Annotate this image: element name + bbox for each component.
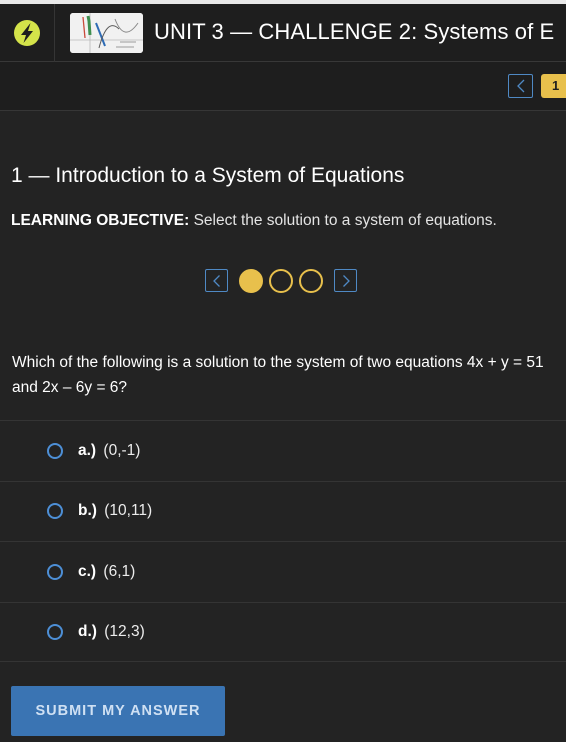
option-letter: b.) [78, 502, 97, 520]
learning-objective: LEARNING OBJECTIVE: Select the solution … [11, 212, 497, 230]
submit-answer-button[interactable]: SUBMIT MY ANSWER [11, 686, 225, 736]
option-value: (6,1) [103, 562, 136, 580]
carousel-dot-active[interactable] [239, 269, 263, 293]
radio-button[interactable] [47, 503, 63, 520]
chevron-left-icon [516, 79, 524, 93]
current-page-badge[interactable]: 1 [541, 74, 566, 98]
option-label: b.) (10,11) [78, 502, 152, 520]
option-letter: a.) [78, 441, 97, 459]
answer-option[interactable]: c.) (6,1) [0, 541, 566, 602]
carousel-prev-button[interactable] [205, 269, 228, 292]
carousel-dot[interactable] [299, 269, 323, 293]
carousel-dot[interactable] [269, 269, 293, 293]
option-label: c.) (6,1) [78, 563, 135, 581]
radio-button[interactable] [47, 623, 63, 640]
objective-text: Select the solution to a system of equat… [189, 212, 497, 229]
option-letter: d.) [78, 622, 97, 640]
carousel-next-button[interactable] [334, 269, 357, 292]
lesson-nav-bar: 1 [0, 62, 566, 111]
question-text: Which of the following is a solution to … [12, 354, 544, 396]
app-header: UNIT 3 — CHALLENGE 2: Systems of E [0, 4, 566, 62]
unit-title: UNIT 3 — CHALLENGE 2: Systems of E [154, 19, 555, 44]
radio-button[interactable] [47, 563, 63, 580]
option-letter: c.) [78, 562, 97, 580]
option-value: (12,3) [104, 622, 145, 640]
objective-label: LEARNING OBJECTIVE: [11, 212, 190, 229]
option-value: (0,-1) [103, 441, 141, 459]
sophia-logo-icon [14, 20, 40, 46]
lesson-title: 1 — Introduction to a System of Equation… [11, 164, 405, 187]
question-carousel [205, 268, 358, 294]
chevron-left-icon [212, 274, 220, 287]
graph-thumbnail-icon [70, 13, 143, 53]
radio-button[interactable] [47, 442, 63, 459]
option-label: d.) (12,3) [78, 623, 145, 641]
option-label: a.) (0,-1) [78, 442, 140, 460]
chevron-right-icon [342, 274, 350, 287]
option-value: (10,11) [104, 502, 153, 520]
answer-option[interactable]: d.) (12,3) [0, 601, 566, 662]
answer-option[interactable]: a.) (0,-1) [0, 420, 566, 481]
answer-options: a.) (0,-1) b.) (10,11) c.) (6,1) d.) (12… [0, 420, 566, 662]
logo-button[interactable] [0, 4, 55, 62]
answer-option[interactable]: b.) (10,11) [0, 480, 566, 542]
prev-page-button[interactable] [508, 74, 533, 98]
